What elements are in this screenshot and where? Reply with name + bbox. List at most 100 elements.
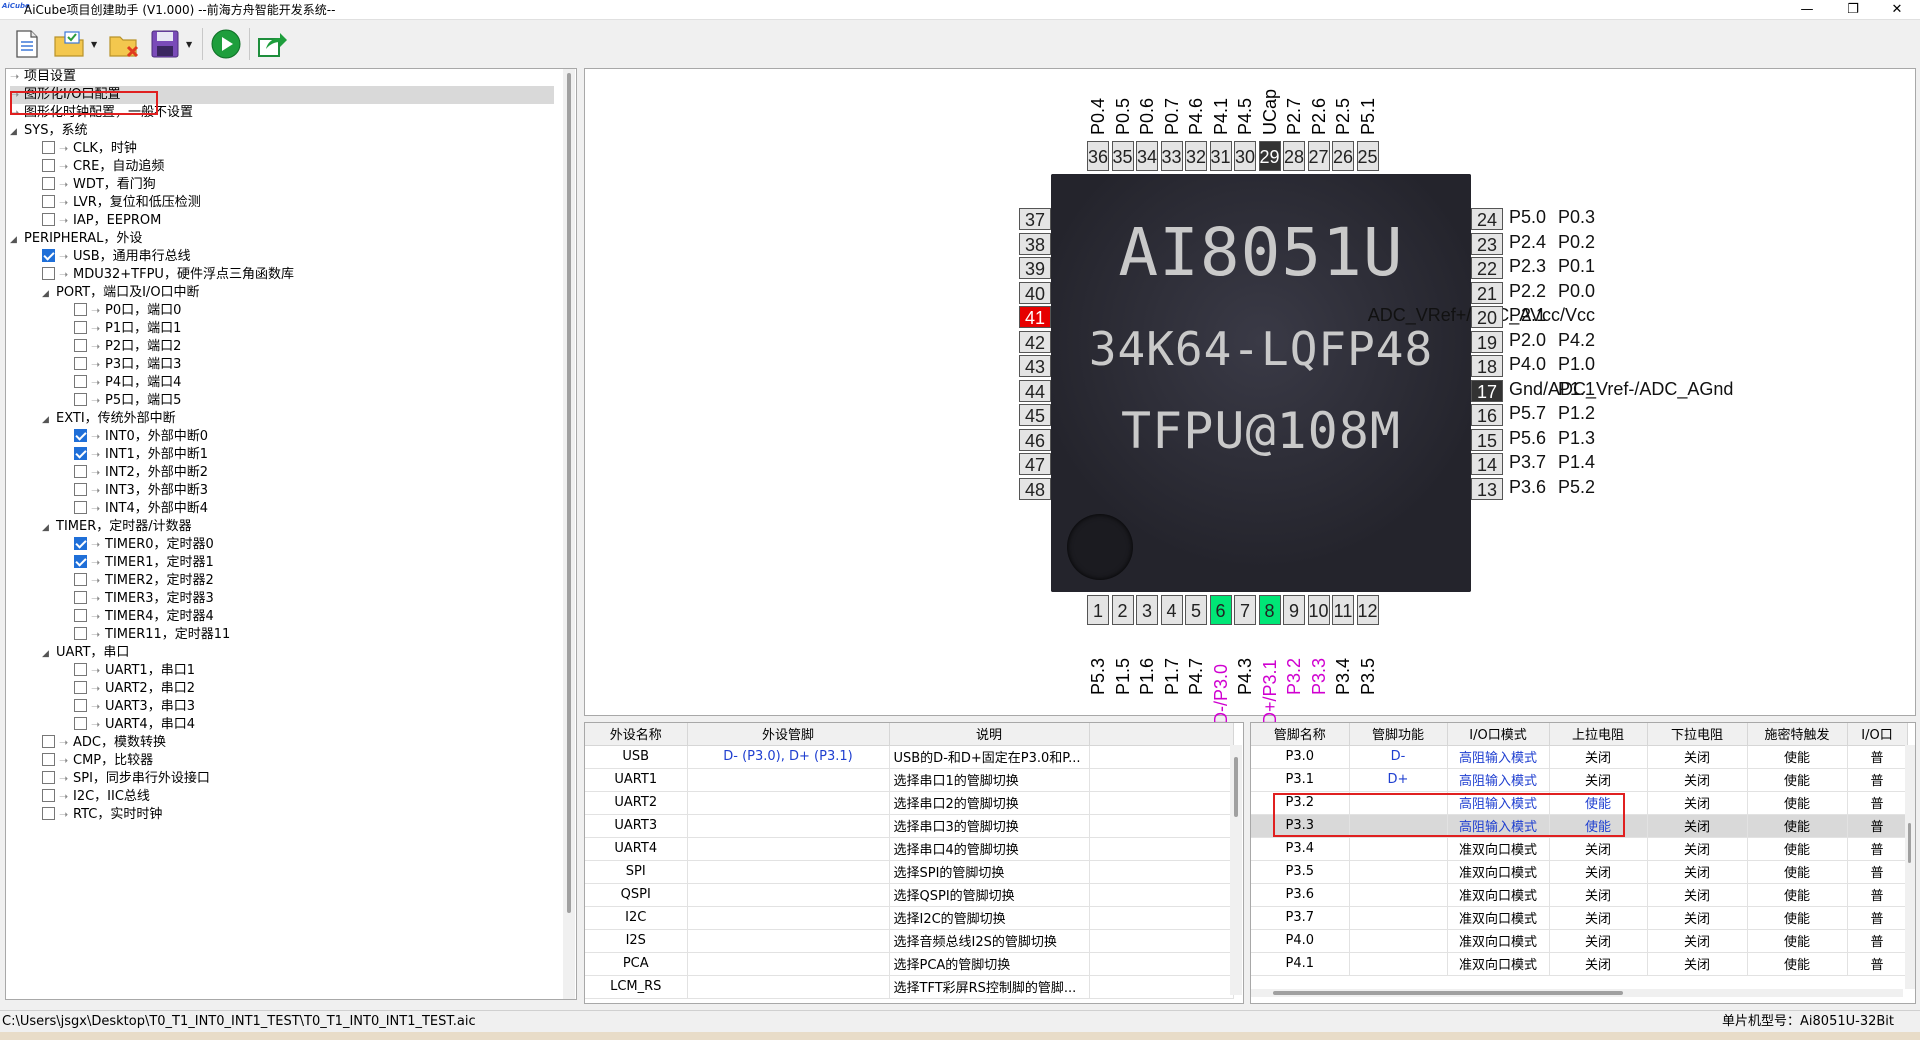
checkbox[interactable] [74,429,87,442]
pin-9[interactable]: 9 [1283,595,1305,625]
close-project-button[interactable] [106,26,142,62]
table-cell[interactable]: 使能 [1747,929,1848,953]
column-header[interactable]: 管脚名称 [1251,723,1350,746]
table-cell[interactable]: 关闭 [1549,860,1648,884]
table-cell[interactable]: 高阻输入模式 [1447,768,1550,792]
tree-item[interactable]: ➝ TIMER3，定时器3 [74,590,554,608]
table-cell[interactable]: 准双向口模式 [1447,883,1550,907]
tree-item[interactable]: ➝ UART3，串口3 [74,698,554,716]
table-row[interactable]: P3.4 准双向口模式 关闭 关闭 使能普 [1251,837,1908,861]
checkbox[interactable] [42,735,55,748]
pin-4[interactable]: 4 [1160,595,1183,625]
pin-12[interactable]: 12 [1356,595,1379,625]
tree-scrollbar[interactable] [563,69,575,999]
pin-31[interactable]: 31 [1209,141,1232,171]
table-cell[interactable]: 准双向口模式 [1447,837,1550,861]
pin-25[interactable]: 25 [1356,141,1379,171]
pin-37[interactable]: 37 [1019,208,1051,230]
table-cell[interactable]: 普 [1847,745,1908,769]
tree-item[interactable]: ➝ WDT，看门狗 [42,176,554,194]
tree-item[interactable]: ➝ P0口，端口0 [74,302,554,320]
pin-36[interactable]: 36 [1087,141,1109,171]
tree-item[interactable]: ➝ INT0，外部中断0 [74,428,554,446]
checkbox[interactable] [74,699,87,712]
pin-table-hscrollbar[interactable] [1251,989,1903,997]
pin-40[interactable]: 40 [1019,281,1051,304]
tree-item[interactable]: ➝ P1口，端口1 [74,320,554,338]
tree-item[interactable]: ➝ UART2，串口2 [74,680,554,698]
tree-item[interactable]: ➝ INT3，外部中断3 [74,482,554,500]
table-cell[interactable]: 关闭 [1647,906,1748,930]
tree-item[interactable]: ➝ TIMER1，定时器1 [74,554,554,572]
collapse-arrow-icon[interactable]: ◢ [10,123,24,141]
tree-item[interactable]: ➝ ADC，模数转换 [42,734,554,752]
tree-item[interactable]: ◢ TIMER，定时器/计数器 [42,518,554,536]
pin-44[interactable]: 44 [1019,379,1051,402]
checkbox[interactable] [42,267,55,280]
column-header[interactable]: 下拉电阻 [1647,723,1748,746]
pin-48[interactable]: 48 [1019,477,1051,500]
pin-17[interactable]: 17 [1471,379,1503,402]
checkbox[interactable] [74,591,87,604]
tree-item[interactable]: ➝ TIMER4，定时器4 [74,608,554,626]
tree-item[interactable]: ➝ MDU32+TFPU，硬件浮点三角函数库 [42,266,554,284]
table-cell[interactable]: 使能 [1747,860,1848,884]
pin-45[interactable]: 45 [1019,404,1051,426]
pin-21[interactable]: 21 [1471,281,1503,304]
tree-item[interactable]: ◢ PERIPHERAL，外设 [10,230,554,248]
tree-item[interactable]: ➝ P3口，端口3 [74,356,554,374]
checkbox[interactable] [74,483,87,496]
export-button[interactable] [254,26,290,62]
table-cell[interactable]: 关闭 [1647,860,1748,884]
tree-item[interactable]: ➝ 项目设置 [10,69,554,86]
collapse-arrow-icon[interactable]: ◢ [42,645,56,663]
checkbox[interactable] [74,465,87,478]
checkbox[interactable] [74,555,87,568]
table-row[interactable]: PCA 选择PCA的管脚切换 [585,952,1234,976]
pin-29[interactable]: 29 [1258,141,1281,171]
table-row[interactable]: P4.0 准双向口模式 关闭 关闭 使能普 [1251,929,1908,953]
pin-33[interactable]: 33 [1160,141,1183,171]
table-cell[interactable]: 关闭 [1647,768,1748,792]
table-cell[interactable]: 使能 [1747,745,1848,769]
table-row[interactable]: USB D- (P3.0), D+ (P3.1) USB的D-和D+固定在P3.0和… [585,745,1234,769]
table-cell[interactable]: 普 [1847,837,1908,861]
checkbox[interactable] [42,753,55,766]
table-cell[interactable]: 普 [1847,929,1908,953]
pin-10[interactable]: 10 [1307,595,1330,625]
tree-item[interactable]: ➝ I2C，IIC总线 [42,788,554,806]
checkbox[interactable] [42,141,55,154]
peripheral-scroll-thumb[interactable] [1234,757,1238,817]
pin-46[interactable]: 46 [1019,428,1051,451]
table-cell[interactable]: 关闭 [1647,814,1748,838]
checkbox[interactable] [42,213,55,226]
pin-6[interactable]: 6 [1209,595,1232,625]
table-cell[interactable]: 使能 [1747,814,1848,838]
pin-23[interactable]: 23 [1471,232,1503,255]
tree-item[interactable]: ➝ SPI，同步串行外设接口 [42,770,554,788]
pin-38[interactable]: 38 [1019,232,1051,255]
checkbox[interactable] [74,573,87,586]
checkbox[interactable] [74,339,87,352]
checkbox[interactable] [74,501,87,514]
table-row[interactable]: P3.0 D- 高阻输入模式 关闭 关闭 使能普 [1251,745,1908,769]
checkbox[interactable] [42,807,55,820]
pin-table-hscroll-thumb[interactable] [1273,991,1623,995]
table-cell[interactable]: 关闭 [1549,883,1648,907]
tree-item[interactable]: ◢ PORT，端口及I/O口中断 [42,284,554,302]
pin-1[interactable]: 1 [1087,595,1109,625]
pin-13[interactable]: 13 [1471,477,1503,500]
table-cell[interactable]: 使能 [1747,883,1848,907]
tree-item[interactable]: ➝ TIMER11，定时器11 [74,626,554,644]
collapse-arrow-icon[interactable]: ◢ [10,231,24,249]
tree-item[interactable]: ◢ UART，串口 [42,644,554,662]
tree-item[interactable]: ➝ INT2，外部中断2 [74,464,554,482]
table-cell[interactable]: 普 [1847,814,1908,838]
table-cell[interactable]: 准双向口模式 [1447,929,1550,953]
pin-2[interactable]: 2 [1111,595,1134,625]
checkbox[interactable] [74,447,87,460]
pin-30[interactable]: 30 [1234,141,1256,171]
table-cell[interactable]: 关闭 [1549,837,1648,861]
table-row[interactable]: P3.7 准双向口模式 关闭 关闭 使能普 [1251,906,1908,930]
table-cell[interactable]: 关闭 [1647,952,1748,976]
